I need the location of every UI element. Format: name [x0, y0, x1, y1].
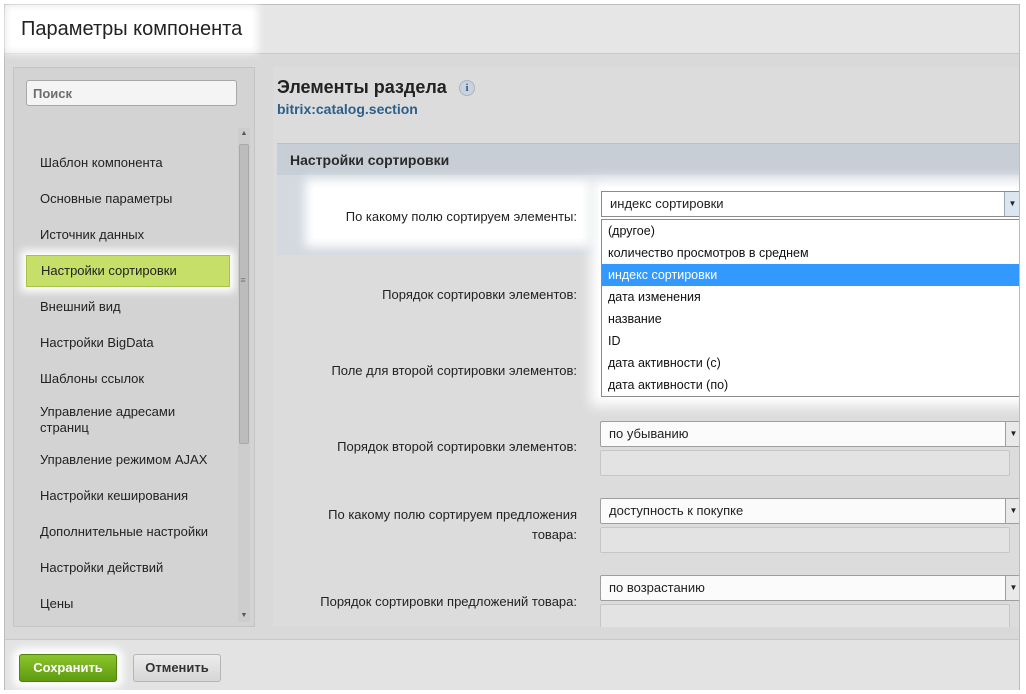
sidebar-item-url-templates[interactable]: Шаблоны ссылок: [26, 361, 230, 397]
search-input[interactable]: [26, 80, 237, 106]
sidebar-item-cache[interactable]: Настройки кеширования: [26, 478, 230, 514]
dropdown-option[interactable]: ID: [602, 330, 1019, 352]
second-sort-order-value: по убыванию: [609, 426, 689, 441]
sort-by-options-list: (другое) количество просмотров в среднем…: [601, 219, 1019, 397]
offers-sort-by-value: доступность к покупке: [609, 503, 744, 518]
field-label-offers-sort-order: Порядок сортировки предложений товара:: [320, 594, 577, 609]
sidebar-item-data-source[interactable]: Источник данных: [26, 217, 230, 253]
dropdown-option[interactable]: (другое): [602, 220, 1019, 242]
dropdown-option[interactable]: дата активности (с): [602, 352, 1019, 374]
sidebar-item-bigdata[interactable]: Настройки BigData: [26, 325, 230, 361]
scroll-down-arrow-icon[interactable]: ▼: [238, 610, 250, 622]
chevron-down-icon[interactable]: ▼: [1005, 499, 1019, 523]
sidebar-scrollbar[interactable]: ▲ ≡ ▼: [238, 128, 250, 622]
dropdown-option[interactable]: дата изменения: [602, 286, 1019, 308]
dialog-footer: Сохранить Отменить: [5, 639, 1019, 690]
sidebar-item-main-params[interactable]: Основные параметры: [26, 181, 230, 217]
cancel-button[interactable]: Отменить: [133, 654, 221, 682]
dialog-header: Параметры компонента: [5, 5, 1019, 54]
sidebar-item-additional[interactable]: Дополнительные настройки: [26, 514, 230, 550]
field-label-sort-by: По какому полю сортируем элементы:: [345, 209, 577, 224]
second-sort-order-select[interactable]: по убыванию ▼: [600, 421, 1019, 447]
sidebar-item-appearance[interactable]: Внешний вид: [26, 289, 230, 325]
component-code: bitrix:catalog.section: [277, 101, 418, 117]
offers-sort-by-select[interactable]: доступность к покупке ▼: [600, 498, 1019, 524]
component-settings-dialog: Параметры компонента Шаблон компонента О…: [4, 4, 1020, 690]
info-icon[interactable]: i: [459, 80, 475, 96]
scrollbar-grip-icon: ≡: [240, 275, 246, 285]
dropdown-option[interactable]: название: [602, 308, 1019, 330]
sort-by-select[interactable]: индекс сортировки ▼: [601, 191, 1019, 217]
offers-sort-order-select[interactable]: по возрастанию ▼: [600, 575, 1019, 601]
scrollbar-thumb[interactable]: [239, 144, 249, 444]
sidebar-item-ajax[interactable]: Управление режимом AJAX: [26, 442, 230, 478]
sidebar-item-prices[interactable]: Цены: [26, 586, 230, 622]
second-sort-order-extra-input[interactable]: [600, 450, 1010, 476]
scroll-up-arrow-icon[interactable]: ▲: [238, 128, 250, 140]
chevron-down-icon[interactable]: ▼: [1004, 192, 1019, 216]
offers-sort-order-value: по возрастанию: [609, 580, 705, 595]
sidebar-item-sef[interactable]: Управление адресами страниц: [26, 397, 230, 442]
offers-sort-by-extra-input[interactable]: [600, 527, 1010, 553]
dropdown-option-selected[interactable]: индекс сортировки: [602, 264, 1019, 286]
component-title: Элементы раздела: [277, 77, 447, 97]
sort-by-select-value: индекс сортировки: [610, 196, 724, 211]
sidebar-nav: Шаблон компонента Основные параметры Ист…: [26, 145, 230, 622]
dialog-title: Параметры компонента: [11, 11, 253, 47]
main-content: Элементы раздела i bitrix:catalog.sectio…: [273, 67, 1019, 627]
field-label-sort-order: Порядок сортировки элементов:: [382, 287, 577, 302]
sidebar-item-actions[interactable]: Настройки действий: [26, 550, 230, 586]
field-label-second-sort-order: Порядок второй сортировки элементов:: [337, 439, 577, 454]
dropdown-option[interactable]: количество просмотров в среднем: [602, 242, 1019, 264]
section-header: Настройки сортировки: [277, 143, 1019, 175]
sidebar-item-sort-settings[interactable]: Настройки сортировки: [26, 255, 230, 287]
sort-by-dropdown: индекс сортировки ▼ (другое) количество …: [599, 187, 1019, 398]
field-label-offers-sort-by: По какому полю сортируем предложения тов…: [328, 507, 577, 542]
sidebar-item-template[interactable]: Шаблон компонента: [26, 145, 230, 181]
chevron-down-icon[interactable]: ▼: [1005, 422, 1019, 446]
save-button[interactable]: Сохранить: [19, 654, 117, 682]
sidebar: Шаблон компонента Основные параметры Ист…: [13, 67, 255, 627]
field-label-second-sort-field: Поле для второй сортировки элементов:: [331, 363, 577, 378]
dropdown-option[interactable]: дата активности (по): [602, 374, 1019, 396]
chevron-down-icon[interactable]: ▼: [1005, 576, 1019, 600]
offers-sort-order-extra-input[interactable]: [600, 604, 1010, 627]
